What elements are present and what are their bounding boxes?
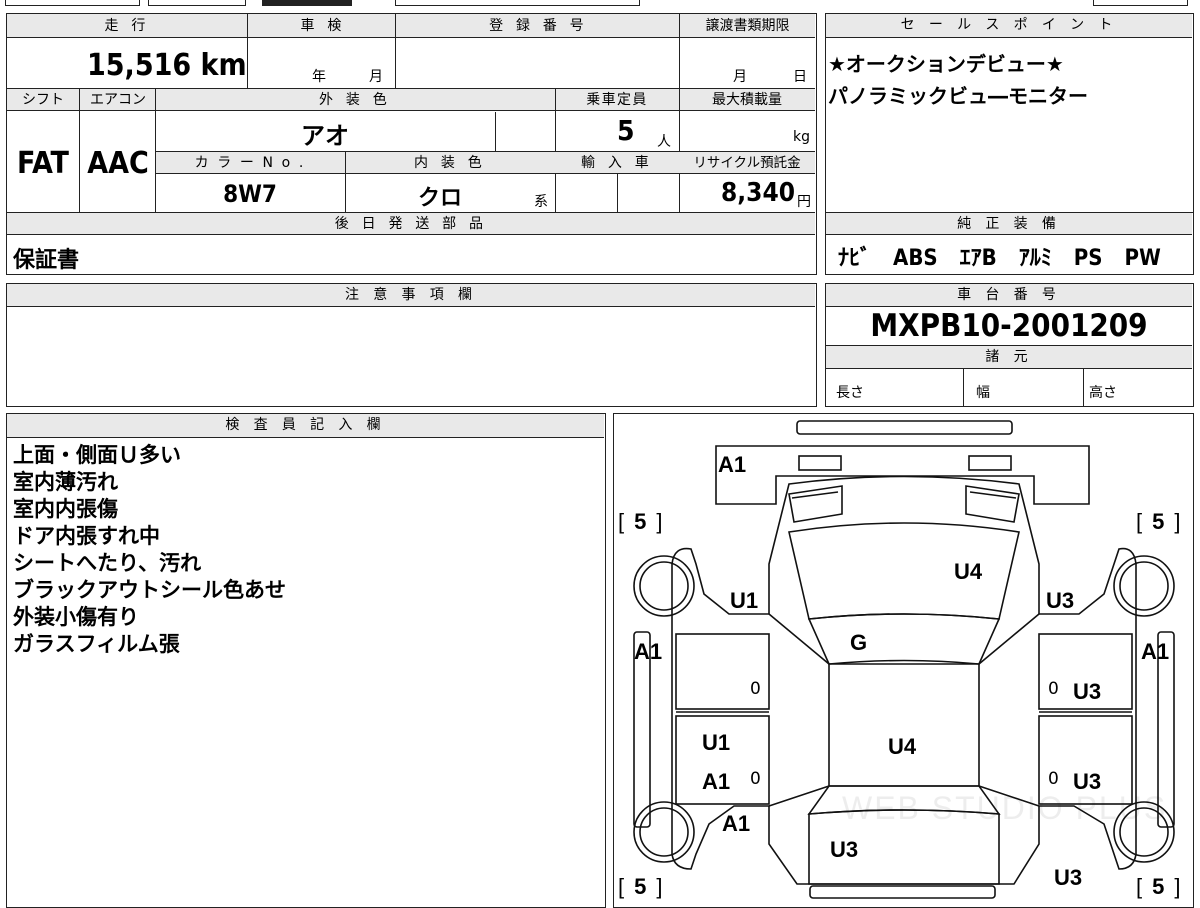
chassis-title: 車 台 番 号 (826, 284, 1192, 307)
width-label: 幅 (976, 385, 990, 401)
inspector-note: 室内内張傷 (13, 497, 118, 521)
height-label: 高さ (1089, 385, 1117, 401)
mark-front: A1 (718, 452, 747, 477)
transfer-deadline-label: 譲渡書類期限 (705, 18, 790, 34)
transfer-month-unit: 月 (733, 69, 747, 85)
inspector-note: ブラックアウトシール色あせ (13, 578, 286, 602)
shift-label: シフト (22, 92, 64, 108)
interior-color-suffix: 系 (534, 194, 548, 210)
zero-mark: 0 (750, 769, 761, 789)
inspector-note: シートへたり、汚れ (13, 551, 202, 575)
mileage-label: 走 行 (104, 18, 150, 34)
top-strip (0, 0, 1200, 8)
recycle-fee-value: 8,340 (721, 178, 795, 208)
inspector-note: ドア内張すれ中 (13, 524, 160, 548)
notes-title: 注 意 事 項 欄 (7, 284, 815, 307)
recycle-unit: 円 (797, 194, 811, 210)
mark-right-side: A1 (1141, 639, 1170, 664)
interior-color-value: クロ (417, 186, 462, 211)
import-label: 輸 入 車 (581, 155, 653, 171)
exterior-color-value: アオ (301, 122, 349, 150)
mark-right-rear: U3 (1054, 865, 1083, 890)
inspector-note: 上面・側面Ｕ多い (13, 443, 181, 467)
mark-hood: U4 (954, 559, 983, 584)
inspector-box: 検 査 員 記 入 欄 上面・側面Ｕ多い 室内薄汚れ 室内内張傷 ドア内張すれ中… (6, 413, 606, 908)
inspector-title: 検 査 員 記 入 欄 (7, 414, 604, 438)
equipment-title: 純 正 装 備 (826, 213, 1192, 235)
mark-left-door-rear: U1 (702, 730, 731, 755)
chassis-number: MXPB10-2001209 (870, 308, 1148, 344)
inspector-note: ガラスフィルム張 (13, 632, 180, 656)
capacity-value: 5 (617, 114, 635, 147)
registration-label: 登 録 番 号 (489, 18, 588, 34)
mark-left-side: A1 (634, 639, 663, 664)
sales-point-line-2: パノラミックビュ―モニター (828, 84, 1088, 108)
mark-left-rear: A1 (722, 811, 751, 836)
tire-rear-right-label: [5] (1136, 874, 1181, 899)
sales-points-box: セ ー ル ス ポ イ ン ト ★オークションデビュー★ パノラミックビュ―モニ… (825, 13, 1194, 213)
spec-title: 諸 元 (826, 345, 1192, 369)
shipping-title: 後 日 発 送 部 品 (334, 216, 488, 232)
zero-mark: 0 (1048, 769, 1059, 789)
mark-left-front: U1 (730, 588, 759, 613)
tire-front-left-label: [5] (618, 509, 663, 534)
inspector-note: 室内薄汚れ (13, 470, 118, 494)
shipping-value: 保証書 (13, 248, 80, 273)
inspector-note: 外装小傷有り (13, 605, 139, 629)
capacity-label: 乗車定員 (586, 92, 648, 108)
car-diagram-box: [5] [5] [5] [5] A1 U4 U1 U3 G A1 A1 U3 U… (613, 413, 1194, 908)
max-load-unit: kg (793, 129, 810, 145)
shift-value: FAT (17, 146, 69, 181)
mark-roof: U4 (888, 734, 917, 759)
car-outline (633, 420, 1175, 899)
mark-left-door-rear-a1: A1 (702, 769, 731, 794)
tire-rear-left-label: [5] (618, 874, 663, 899)
capacity-unit: 人 (657, 134, 671, 150)
aircon-value: AAC (87, 146, 149, 181)
max-load-label: 最大積載量 (712, 92, 782, 108)
mark-right-door-front: U3 (1073, 679, 1102, 704)
length-label: 長さ (836, 385, 864, 401)
sales-point-line-1: ★オークションデビュー★ (828, 52, 1064, 76)
color-no-label: カ ラ ー N o . (194, 155, 306, 171)
exterior-color-label: 外 装 色 (319, 92, 391, 108)
equipment-value: ﾅﾋﾞ ABS ｴｱB ｱﾙﾐ PS PW (838, 246, 1161, 271)
tire-front-right-label: [5] (1136, 509, 1181, 534)
sales-points-title: セ ー ル ス ポ イ ン ト (826, 14, 1192, 38)
zero-mark: 0 (1048, 679, 1059, 699)
inspection-year-unit: 年 (312, 69, 326, 85)
interior-color-label: 内 装 色 (414, 155, 486, 171)
aircon-label: エアコン (90, 92, 146, 108)
watermark: WEB STUDIO PLUS (842, 790, 1168, 826)
notes-box: 注 意 事 項 欄 (6, 283, 817, 407)
equipment-box: 純 正 装 備 ﾅﾋﾞ ABS ｴｱB ｱﾙﾐ PS PW (825, 212, 1194, 275)
vehicle-info-table: 走 行 車 検 登 録 番 号 譲渡書類期限 15,516 km 年 月 月 日… (6, 13, 817, 275)
inspector-notes: 上面・側面Ｕ多い 室内薄汚れ 室内内張傷 ドア内張すれ中 シートへたり、汚れ ブ… (13, 442, 286, 658)
zero-mark: 0 (750, 679, 761, 699)
color-no-value: 8W7 (223, 180, 277, 208)
inspection-label: 車 検 (300, 18, 346, 34)
mileage-value: 15,516 km (87, 48, 247, 83)
transfer-day-unit: 日 (793, 69, 807, 85)
mark-trunk: U3 (830, 837, 859, 862)
inspection-month-unit: 月 (369, 69, 383, 85)
recycle-label: リサイクル預託金 (693, 155, 801, 171)
mark-windshield: G (850, 630, 868, 655)
mark-right-front: U3 (1046, 588, 1075, 613)
chassis-box: 車 台 番 号 MXPB10-2001209 諸 元 長さ 幅 高さ (825, 283, 1194, 407)
